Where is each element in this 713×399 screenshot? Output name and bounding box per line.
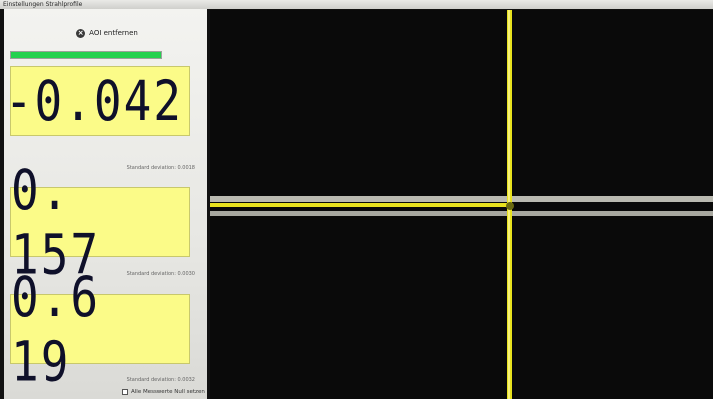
screen: Einstellungen Strahlprofile × AOI entfer… [0,0,713,399]
remove-aoi-button[interactable]: × AOI entfernen [32,23,182,43]
remove-aoi-label: AOI entfernen [89,29,138,37]
readout-x: -0.042 [5,66,190,136]
close-circle-icon: × [76,28,86,38]
window-title: Einstellungen Strahlprofile [0,0,713,9]
readout-z-value: 0.6 19 [11,264,101,394]
readout-z: 0.6 19 [10,264,190,394]
camera-view[interactable] [210,10,713,399]
horizontal-beam-line-2 [210,211,713,216]
signal-progress-bar [10,51,162,59]
control-panel: × AOI entfernen -0.042 Standard deviatio… [4,9,207,399]
readout-z-stddev: Standard deviation: 0.0032 [126,377,195,383]
zero-all-checkbox[interactable] [122,389,128,395]
zero-all-label: Alle Messwerte Null setzen [131,389,205,395]
progress-fill [11,52,161,58]
crosshair-canvas [210,10,713,399]
horizontal-beam-highlight [210,203,510,207]
zero-all-checkbox-row[interactable]: Alle Messwerte Null setzen [122,389,205,395]
readout-x-value: -0.042 [4,68,183,134]
horizontal-beam-line [210,196,713,202]
readout-y: 0. 157 [10,157,190,287]
crosshair-center [506,202,514,210]
